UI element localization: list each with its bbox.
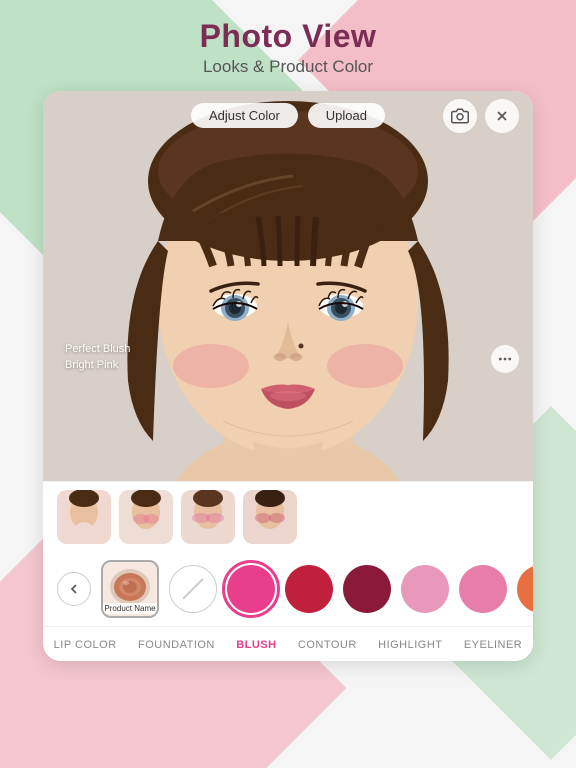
card-topbar: Adjust Color Upload <box>43 103 533 128</box>
close-icon <box>494 108 510 124</box>
thumbnail-2[interactable] <box>119 490 173 544</box>
nav-item-foundation[interactable]: FOUNDATION <box>130 637 223 653</box>
product-thumb-label: Product Name <box>103 603 157 614</box>
thumbnail-3[interactable] <box>181 490 235 544</box>
color-option-1[interactable] <box>227 565 275 613</box>
thumbnail-strip <box>43 481 533 552</box>
header: Photo View Looks & Product Color <box>200 0 377 83</box>
nav-item-lip-color[interactable]: LIP COLOR <box>46 637 125 653</box>
nav-label-foundation: FOUNDATION <box>138 639 215 651</box>
product-thumbnail[interactable]: Product Name <box>101 560 159 618</box>
color-option-3[interactable] <box>343 565 391 613</box>
color-option-5[interactable] <box>459 565 507 613</box>
thumbnail-4[interactable] <box>243 490 297 544</box>
color-option-2[interactable] <box>285 565 333 613</box>
color-row: Product Name <box>43 552 533 626</box>
color-option-6[interactable] <box>517 565 533 613</box>
adjust-color-button[interactable]: Adjust Color <box>191 103 298 128</box>
nav-item-eyeliner[interactable]: EYELINER <box>456 637 530 653</box>
thumbnail-1[interactable] <box>57 490 111 544</box>
back-button[interactable] <box>57 572 91 606</box>
product-label-line2: Bright Pink <box>65 358 130 373</box>
nav-label-contour: CONTOUR <box>298 639 357 651</box>
face-illustration <box>43 91 533 481</box>
camera-icon <box>451 107 469 125</box>
back-arrow-icon <box>66 581 82 597</box>
nav-label-blush: BLUSH <box>236 639 276 651</box>
color-option-4[interactable] <box>401 565 449 613</box>
nav-item-contour[interactable]: CONTOUR <box>290 637 365 653</box>
page-subtitle: Looks & Product Color <box>200 57 377 77</box>
more-icon <box>497 351 513 367</box>
nav-label-lip-color: LIP COLOR <box>54 639 117 651</box>
nav-item-blush[interactable]: BLUSH <box>228 637 284 653</box>
bottom-nav: LIP COLOR FOUNDATION BLUSH CONTOUR HIGHL… <box>43 626 533 661</box>
photo-card: Adjust Color Upload <box>43 91 533 661</box>
upload-button[interactable]: Upload <box>308 103 385 128</box>
camera-button[interactable] <box>443 99 477 133</box>
product-label: Perfect Blush Bright Pink <box>65 342 130 373</box>
nav-item-highlight[interactable]: HIGHLIGHT <box>370 637 450 653</box>
nav-label-eyeliner: EYELINER <box>464 639 522 651</box>
nav-label-highlight: HIGHLIGHT <box>378 639 442 651</box>
close-button[interactable] <box>485 99 519 133</box>
page-title: Photo View <box>200 18 377 55</box>
more-options-button[interactable] <box>491 345 519 373</box>
main-content: Photo View Looks & Product Color Adjust … <box>0 0 576 768</box>
face-photo-area: Perfect Blush Bright Pink <box>43 91 533 481</box>
no-color-option[interactable] <box>169 565 217 613</box>
product-label-line1: Perfect Blush <box>65 342 130 357</box>
